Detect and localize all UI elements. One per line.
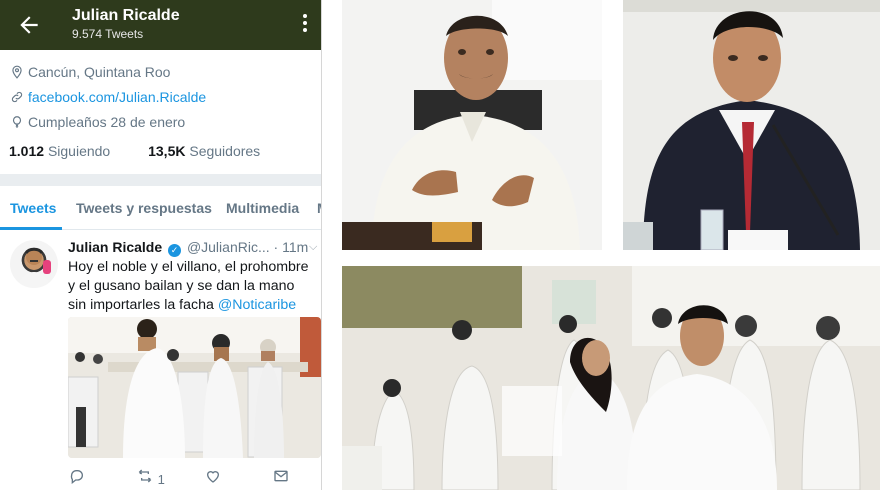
tweet-text: Hoy el noble y el villano, el prohombre … xyxy=(68,258,316,315)
tab-more[interactable]: M xyxy=(317,200,321,216)
birthday-icon xyxy=(12,116,22,128)
website-row: facebook.com/Julian.Ricalde xyxy=(10,89,206,105)
photo-man-speaking xyxy=(342,0,602,250)
following-value: 1.012 xyxy=(9,143,45,159)
chevron-down-icon[interactable]: ⌵ xyxy=(309,241,317,254)
tweet-author-line: Julian Ricalde ✓ @JulianRic... · 11m xyxy=(68,239,308,257)
photo-group-event xyxy=(342,266,880,490)
reply-icon xyxy=(70,470,83,485)
location-text: Cancún, Quintana Roo xyxy=(28,64,171,80)
direct-message-button[interactable] xyxy=(273,468,289,487)
website-link[interactable]: facebook.com/Julian.Ricalde xyxy=(28,89,206,105)
tweet-handle[interactable]: @JulianRic... xyxy=(187,239,270,255)
birthday-text: Cumpleaños 28 de enero xyxy=(28,114,186,130)
section-divider xyxy=(0,174,321,186)
tweet-media-image[interactable] xyxy=(68,317,321,458)
avatar[interactable] xyxy=(10,240,58,288)
photo-man-in-suit xyxy=(623,0,880,250)
reply-button[interactable] xyxy=(69,468,85,487)
followers-link[interactable]: 13,5K Seguidores xyxy=(148,143,260,159)
profile-header-bar: Julian Ricalde 9.574 Tweets xyxy=(0,0,321,50)
twitter-profile-panel: Julian Ricalde 9.574 Tweets Cancún, Quin… xyxy=(0,0,322,490)
active-tab-indicator xyxy=(0,227,62,230)
followers-label: Seguidores xyxy=(189,143,261,159)
tweet-author-name[interactable]: Julian Ricalde xyxy=(68,239,162,255)
back-arrow-icon[interactable] xyxy=(16,12,42,38)
tab-tweets[interactable]: Tweets xyxy=(10,200,56,216)
follow-counts: 1.012 Siguiendo 13,5K Seguidores xyxy=(9,143,260,159)
tab-tweets-and-replies[interactable]: Tweets y respuestas xyxy=(76,200,212,216)
following-link[interactable]: 1.012 Siguiendo xyxy=(9,143,110,159)
tab-media[interactable]: Multimedia xyxy=(226,200,299,216)
tweet-time: · 11m xyxy=(273,239,309,255)
retweet-icon xyxy=(138,469,152,483)
location-icon xyxy=(12,65,22,79)
profile-name: Julian Ricalde xyxy=(72,7,180,24)
retweet-button[interactable]: 1 xyxy=(136,468,165,487)
tweet-mention[interactable]: @Noticaribe xyxy=(218,297,296,313)
profile-tabs: Tweets Tweets y respuestas Multimedia M xyxy=(0,186,321,230)
message-icon xyxy=(274,470,288,482)
followers-value: 13,5K xyxy=(148,143,186,159)
retweet-count: 1 xyxy=(157,472,165,487)
more-vertical-icon[interactable] xyxy=(300,14,310,36)
link-icon xyxy=(11,91,23,103)
verified-icon: ✓ xyxy=(168,244,182,257)
location-row: Cancún, Quintana Roo xyxy=(10,64,170,80)
tweet-count: 9.574 Tweets xyxy=(72,27,144,41)
following-label: Siguiendo xyxy=(47,143,111,159)
like-icon xyxy=(206,471,220,483)
birthday-row: Cumpleaños 28 de enero xyxy=(10,114,185,130)
like-button[interactable] xyxy=(205,468,221,487)
